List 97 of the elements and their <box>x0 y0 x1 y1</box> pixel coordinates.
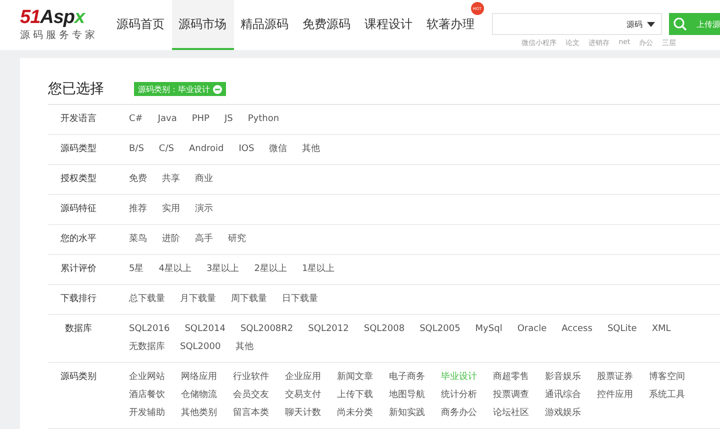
search-button[interactable] <box>668 13 691 35</box>
nav-tab[interactable]: 精品源码 <box>234 17 296 33</box>
filter-option[interactable]: 高手 <box>195 233 213 246</box>
filter-label: 源码类别 <box>60 371 98 384</box>
remove-icon <box>213 84 222 94</box>
filter-option[interactable]: 新闻文章 <box>337 371 373 384</box>
filter-option[interactable]: 尚未分类 <box>337 407 373 420</box>
filter-option[interactable]: SQL2014 <box>184 323 226 336</box>
search-scope-dropdown[interactable]: 源码 <box>626 18 655 30</box>
filter-option[interactable]: 企业应用 <box>285 371 321 384</box>
filter-option[interactable]: Android <box>188 143 224 156</box>
filter-option[interactable]: 会员交友 <box>233 389 269 402</box>
filter-option[interactable]: 酒店餐饮 <box>129 389 165 402</box>
filter-option[interactable]: 共享 <box>162 173 180 186</box>
filter-option[interactable]: 菜鸟 <box>129 233 147 246</box>
filter-option[interactable]: MySql <box>475 323 502 336</box>
filter-option[interactable]: 4星以上 <box>158 263 192 276</box>
filter-option[interactable]: 商超零售 <box>493 371 529 384</box>
filter-option[interactable]: XML <box>652 323 671 336</box>
filter-option[interactable]: 地图导航 <box>389 389 425 402</box>
logo[interactable]: 51Aspx <box>20 8 110 28</box>
filter-option[interactable]: 其他 <box>236 341 254 354</box>
filter-option[interactable]: 其他 <box>302 143 320 156</box>
filter-option[interactable]: SQL2000 <box>180 341 221 354</box>
filter-option[interactable]: B/S <box>129 143 144 156</box>
filter-option[interactable]: 其他类别 <box>181 407 217 420</box>
filter-option[interactable]: 网络应用 <box>181 371 217 384</box>
filter-option[interactable]: 企业网站 <box>129 371 165 384</box>
nav-tab[interactable]: 免费源码 <box>296 17 358 33</box>
filter-option[interactable]: 博客空间 <box>649 371 685 384</box>
filter-option[interactable]: 3星以上 <box>206 263 240 276</box>
filter-option[interactable]: 实用 <box>162 203 180 216</box>
filter-label: 开发语言 <box>60 113 98 126</box>
filter-option[interactable]: 推荐 <box>129 203 147 216</box>
nav-tab[interactable]: 课程设计 <box>358 17 420 33</box>
filter-label: 源码特征 <box>60 203 98 216</box>
filter-option[interactable]: SQL2012 <box>308 323 349 336</box>
filter-label: 下载排行 <box>60 293 98 306</box>
filter-option[interactable]: 研究 <box>228 233 246 246</box>
filter-label: 数据库 <box>64 323 93 336</box>
filter-option[interactable]: C# <box>129 113 143 126</box>
filter-option[interactable]: 上传下载 <box>337 389 373 402</box>
filter-option[interactable]: JS <box>224 113 233 126</box>
filter-option[interactable]: 论坛社区 <box>493 407 529 420</box>
filter-option[interactable]: Access <box>562 323 592 336</box>
filter-option[interactable]: 电子商务 <box>389 371 425 384</box>
filter-option[interactable]: Python <box>248 113 280 126</box>
filter-option[interactable]: 仓储物流 <box>181 389 217 402</box>
caret-icon <box>646 22 655 26</box>
filter-option[interactable]: 免费 <box>129 173 147 186</box>
filter-option[interactable]: 新知实践 <box>389 407 425 420</box>
filter-option[interactable]: 统计分析 <box>441 389 477 402</box>
filter-option[interactable]: 商务办公 <box>441 407 477 420</box>
filter-option[interactable]: 月下载量 <box>180 293 216 306</box>
filter-option[interactable]: SQL2016 <box>129 323 170 336</box>
filter-option[interactable]: 留言本类 <box>233 407 269 420</box>
filter-option[interactable]: 开发辅助 <box>129 407 165 420</box>
filter-option[interactable]: 系统工具 <box>649 389 685 402</box>
filter-option[interactable]: IOS <box>238 143 254 156</box>
filter-option[interactable]: Oracle <box>517 323 547 336</box>
filter-option[interactable]: SQL2008R2 <box>240 323 294 336</box>
filter-option[interactable]: 日下载量 <box>282 293 318 306</box>
filter-option[interactable]: 投票调查 <box>493 389 529 402</box>
filter-option[interactable]: 控件应用 <box>597 389 633 402</box>
filter-option[interactable]: 演示 <box>195 203 213 216</box>
filter-option[interactable]: Java <box>158 113 177 126</box>
nav-tab[interactable]: 软著办理 <box>420 17 482 33</box>
filter-option[interactable]: 行业软件 <box>233 371 269 384</box>
filter-label: 累计评价 <box>60 263 98 276</box>
filter-option[interactable]: PHP <box>192 113 210 126</box>
filter-option[interactable]: 总下载量 <box>129 293 165 306</box>
filter-option[interactable]: SQL2008 <box>364 323 405 336</box>
filter-option[interactable]: 影音娱乐 <box>545 371 581 384</box>
filter-option[interactable]: C/S <box>158 143 174 156</box>
nav-tab[interactable]: 源码首页 <box>110 17 172 33</box>
filter-option[interactable]: 无数据库 <box>129 341 165 354</box>
section-title: 您已选择 <box>48 80 104 98</box>
filter-option[interactable]: 通讯综合 <box>545 389 581 402</box>
filter-option[interactable]: 商业 <box>195 173 213 186</box>
filter-option[interactable]: 5星 <box>129 263 144 276</box>
filter-label: 您的水平 <box>60 233 98 246</box>
filter-option[interactable]: 微信 <box>269 143 288 156</box>
filter-option[interactable]: 交易支付 <box>285 389 321 402</box>
filter-option[interactable]: 2星以上 <box>254 263 287 276</box>
filter-option[interactable]: 游戏娱乐 <box>545 407 581 420</box>
filter-option[interactable]: 1星以上 <box>302 263 335 276</box>
filter-label: 源码类型 <box>60 143 98 156</box>
logo-slogan: 源码服务专家 <box>20 28 99 42</box>
filter-option[interactable]: SQLite <box>607 323 637 336</box>
filter-option[interactable]: SQL2005 <box>420 323 460 336</box>
filter-option[interactable]: 股票证券 <box>597 371 633 384</box>
filter-label: 授权类型 <box>60 173 98 186</box>
filter-option[interactable]: 聊天计数 <box>285 407 321 420</box>
search-field[interactable]: 源码 <box>492 13 662 35</box>
nav-tab[interactable]: 源码市场 <box>172 0 234 50</box>
filter-option[interactable]: 进阶 <box>162 233 180 246</box>
filter-option[interactable]: 周下载量 <box>231 293 267 306</box>
